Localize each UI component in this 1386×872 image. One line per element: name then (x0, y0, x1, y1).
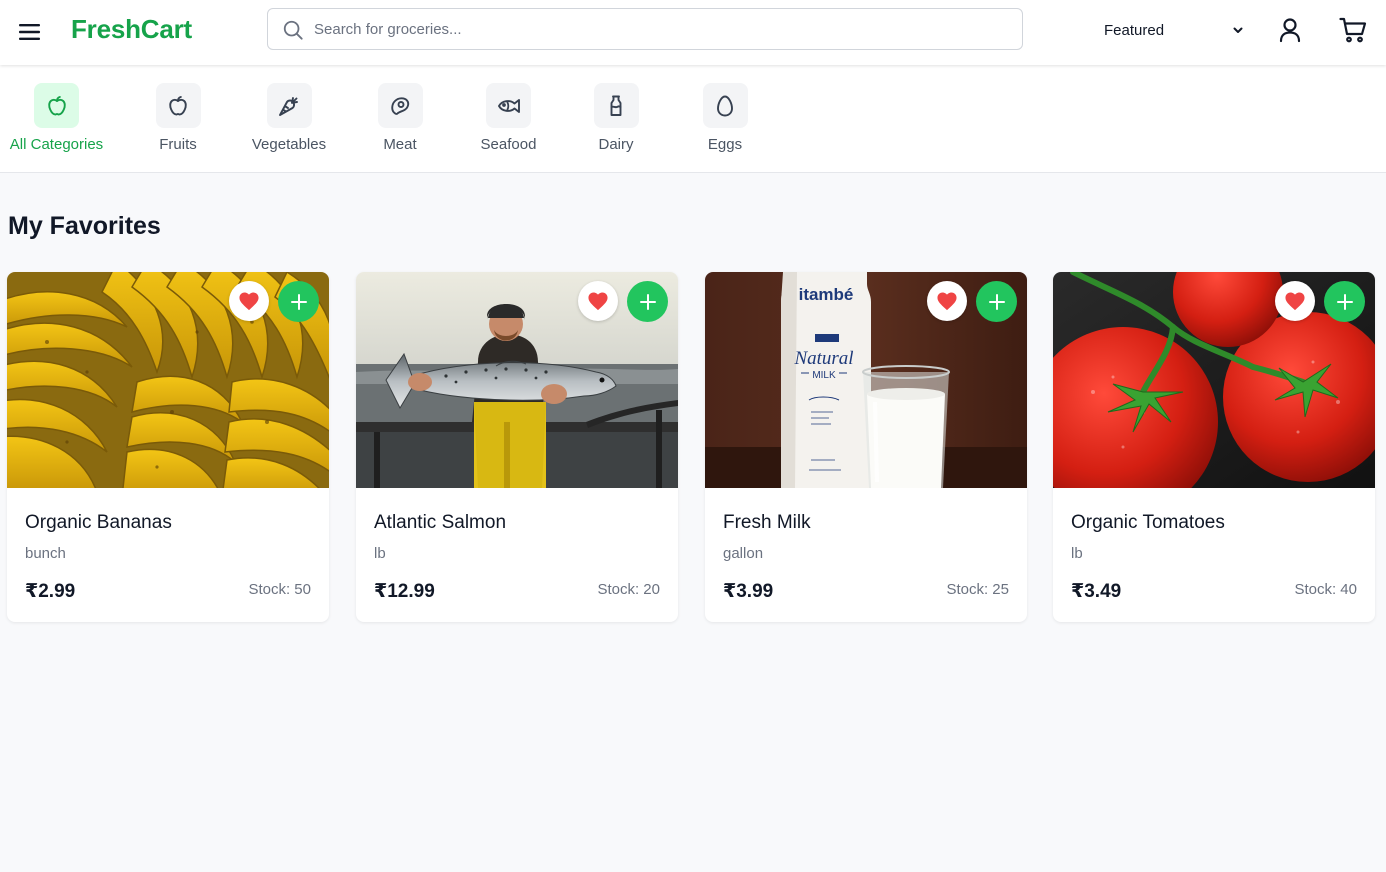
category-vegetables[interactable]: Vegetables (248, 83, 330, 153)
category-seafood[interactable]: Seafood (478, 83, 539, 153)
product-price: ₹12.99 (374, 581, 435, 602)
search-bar (267, 8, 1023, 50)
account-button[interactable] (1276, 15, 1304, 45)
plus-icon (290, 293, 307, 310)
top-header: FreshCart Featured (0, 0, 1386, 65)
product-price: ₹3.49 (1071, 581, 1122, 602)
category-label: Meat (383, 136, 417, 153)
category-bar: All Categories Fruits Vegetables Meat Se… (0, 65, 1386, 173)
plus-icon (639, 293, 656, 310)
chevron-down-icon (1233, 27, 1243, 33)
product-card-milk[interactable]: itambé Natural MILK Fresh Milk gallon ₹3… (705, 272, 1027, 622)
menu-icon (19, 24, 40, 40)
fish-icon (497, 98, 520, 113)
sort-selected-value: Featured (1104, 21, 1165, 39)
category-label: Fruits (159, 136, 197, 153)
product-unit: lb (374, 545, 386, 562)
product-price: ₹2.99 (25, 581, 76, 602)
category-label: Vegetables (251, 136, 327, 153)
category-label: Seafood (480, 136, 537, 153)
product-stock: Stock: 20 (597, 581, 660, 598)
category-icon-box (155, 83, 201, 128)
category-icon-box (377, 83, 423, 128)
category-eggs[interactable]: Eggs (700, 83, 750, 153)
favorite-button[interactable] (578, 281, 618, 321)
apple-icon (169, 95, 187, 115)
product-card-tomatoes[interactable]: Organic Tomatoes lb ₹3.49 Stock: 40 (1053, 272, 1375, 622)
favorite-button[interactable] (229, 281, 269, 321)
category-icon-box (34, 83, 79, 128)
category-label: Dairy (598, 136, 634, 153)
favorite-button[interactable] (1275, 281, 1315, 321)
product-unit: bunch (25, 545, 66, 562)
milk-product-text: Natural (793, 348, 853, 369)
heart-icon (239, 292, 259, 311)
product-name: Atlantic Salmon (374, 512, 507, 533)
apple-icon (47, 95, 66, 115)
product-unit: lb (1071, 545, 1083, 562)
category-icon-box (486, 83, 531, 128)
plus-icon (988, 293, 1005, 310)
heart-icon (1285, 292, 1305, 311)
search-input[interactable] (314, 9, 1004, 49)
category-icon-box (266, 83, 312, 128)
category-fruits[interactable]: Fruits (153, 83, 203, 153)
product-stock: Stock: 40 (1294, 581, 1357, 598)
user-icon (1279, 18, 1301, 43)
product-card-bananas[interactable]: Organic Bananas bunch ₹2.99 Stock: 50 (7, 272, 329, 622)
milk-brand-text: itambé (799, 285, 854, 304)
add-to-cart-button[interactable] (1324, 281, 1365, 322)
heart-icon (937, 292, 957, 311)
product-stock: Stock: 50 (248, 581, 311, 598)
section-title: My Favorites (8, 212, 161, 240)
product-name: Fresh Milk (723, 512, 811, 533)
sort-select[interactable]: Featured (1090, 12, 1256, 48)
product-name: Organic Bananas (25, 512, 172, 533)
egg-icon (717, 95, 733, 116)
product-unit: gallon (723, 545, 764, 562)
add-to-cart-button[interactable] (278, 281, 319, 322)
product-price: ₹3.99 (723, 581, 774, 602)
category-meat[interactable]: Meat (375, 83, 425, 153)
search-icon (283, 20, 303, 40)
category-dairy[interactable]: Dairy (591, 83, 641, 153)
menu-button[interactable] (16, 18, 44, 46)
product-stock: Stock: 25 (946, 581, 1009, 598)
add-to-cart-button[interactable] (976, 281, 1017, 322)
beef-icon (391, 96, 410, 115)
milk-icon (610, 95, 622, 116)
cart-button[interactable] (1337, 15, 1369, 45)
product-name: Organic Tomatoes (1071, 512, 1225, 533)
heart-icon (588, 292, 608, 311)
brand-logo[interactable]: FreshCart (71, 14, 192, 45)
add-to-cart-button[interactable] (627, 281, 668, 322)
milk-sub-text: MILK (812, 370, 836, 381)
cart-icon (1339, 17, 1367, 43)
category-label: All Categories (9, 136, 104, 153)
product-card-salmon[interactable]: Atlantic Salmon lb ₹12.99 Stock: 20 (356, 272, 678, 622)
favorite-button[interactable] (927, 281, 967, 321)
carrot-icon (279, 96, 298, 116)
category-all[interactable]: All Categories (6, 83, 107, 153)
plus-icon (1336, 293, 1353, 310)
category-label: Eggs (707, 136, 743, 153)
category-icon-box (593, 83, 639, 128)
category-icon-box (702, 83, 748, 128)
